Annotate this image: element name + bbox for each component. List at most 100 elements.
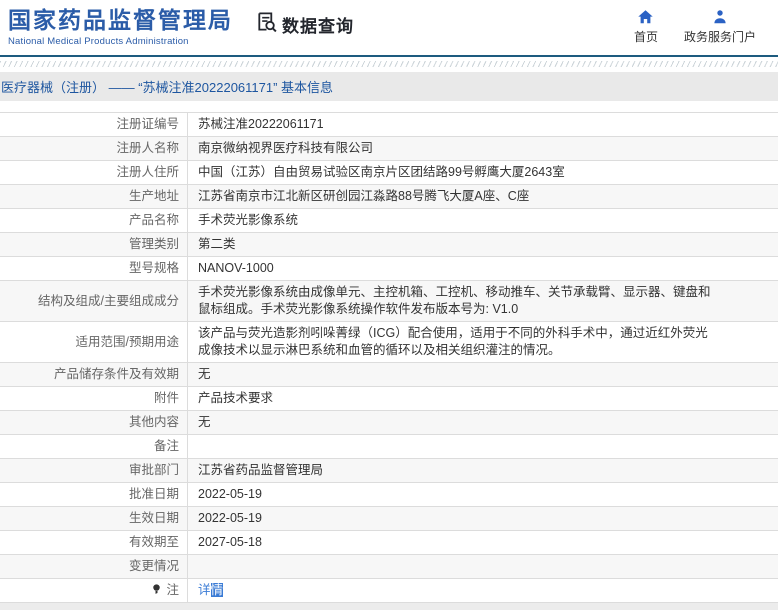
nav-gov-portal-label: 政务服务门户 (683, 30, 756, 44)
row-label-text: 结构及组成/主要组成成分 (38, 293, 179, 308)
row-label: 注册证编号 (0, 113, 188, 136)
doc-search-icon (255, 10, 278, 38)
row-label-text: 生产地址 (128, 189, 179, 203)
row-label-text: 批准日期 (128, 487, 179, 501)
row-label-text: 有效期至 (128, 535, 179, 549)
row-label: 审批部门 (0, 459, 188, 482)
row-value: 江苏省药品监督管理局 (188, 459, 778, 482)
row-label: 其他内容 (0, 411, 188, 434)
row-label-text: 生效日期 (128, 511, 179, 525)
row-label-text: 审批部门 (128, 463, 179, 477)
row-label: 管理类别 (0, 233, 188, 256)
row-value: 中国（江苏）自由贸易试验区南京片区团结路99号孵鹰大厦2643室 (188, 161, 778, 184)
row-label-text: 管理类别 (128, 237, 179, 251)
row-value-text: 第二类 (198, 237, 236, 251)
row-value: NANOV-1000 (188, 257, 778, 280)
nav-home[interactable]: 首页 (633, 9, 658, 44)
row-label: 附件 (0, 387, 188, 410)
table-row: 生产地址 江苏省南京市江北新区研创园江淼路88号腾飞大厦A座、C座 (0, 185, 778, 209)
person-icon (712, 9, 728, 25)
info-table: 注册证编号 苏械注准20222061171 注册人名称 南京微纳视界医疗科技有限公司注… (0, 112, 778, 603)
table-row: 注册证编号 苏械注准20222061171 (0, 113, 778, 137)
row-label: 生产地址 (0, 185, 188, 208)
row-value-text: 无 (198, 415, 211, 429)
row-value: 该产品与荧光造影剂吲哚菁绿（ICG）配合使用，适用于不同的外科手术中，通过近红外… (188, 322, 778, 362)
row-value: 详情 (188, 579, 778, 602)
row-label-text: 注册人住所 (116, 165, 179, 179)
row-label: 产品储存条件及有效期 (0, 363, 188, 386)
row-value-text: 手术荧光影像系统由成像单元、主控机箱、工控机、移动推车、关节承载臂、显示器、键盘… (198, 285, 711, 316)
table-row: 注册人名称 南京微纳视界医疗科技有限公司 (0, 137, 778, 161)
row-value-text: 手术荧光影像系统 (198, 213, 299, 227)
row-value-text: 南京微纳视界医疗科技有限公司 (198, 141, 374, 155)
table-row: 备注 (0, 435, 778, 459)
row-label-text: 型号规格 (128, 261, 179, 275)
row-label-text: 备注 (153, 439, 179, 453)
row-value: 无 (188, 363, 778, 386)
row-label-text: 注册证编号 (116, 117, 179, 131)
row-label: 产品名称 (0, 209, 188, 232)
row-value: 苏械注准20222061171 (188, 113, 778, 136)
logo-title: 国家药品监督管理局 (8, 7, 233, 33)
row-value: 南京微纳视界医疗科技有限公司 (188, 137, 778, 160)
table-row: 注册人住所 中国（江苏）自由贸易试验区南京片区团结路99号孵鹰大厦2643室 (0, 161, 778, 185)
detail-link[interactable]: 详情 (198, 582, 224, 599)
home-icon (637, 9, 654, 25)
breadcrumb: 医疗器械（注册） —— “苏械注准20222061171” 基本信息 (1, 80, 334, 95)
table-row: 有效期至 2027-05-18 (0, 531, 778, 555)
data-query-label: 数据查询 (282, 16, 354, 36)
row-value: 产品技术要求 (188, 387, 778, 410)
nmpa-logo[interactable]: 国家药品监督管理局 National Medical Products Admi… (8, 7, 233, 55)
row-label: 生效日期 (0, 507, 188, 530)
row-value-text: 2027-05-18 (198, 535, 262, 549)
row-label: 结构及组成/主要组成成分 (0, 281, 188, 321)
row-label: 备注 (0, 435, 188, 458)
table-row: 附件 产品技术要求 (0, 387, 778, 411)
row-value (188, 435, 778, 458)
row-label-text: 附件 (153, 391, 179, 405)
row-value-text: 2022-05-19 (198, 511, 262, 525)
row-value-text: 苏械注准20222061171 (198, 117, 324, 131)
row-value-text: 中国（江苏）自由贸易试验区南京片区团结路99号孵鹰大厦2643室 (198, 165, 565, 179)
table-row: 审批部门 江苏省药品监督管理局 (0, 459, 778, 483)
nav-home-label: 首页 (633, 30, 658, 44)
row-label-text: 注册人名称 (116, 141, 179, 155)
table-row: 产品名称 手术荧光影像系统 (0, 209, 778, 233)
row-label: 批准日期 (0, 483, 188, 506)
breadcrumb-bar: 医疗器械（注册） —— “苏械注准20222061171” 基本信息 (0, 72, 778, 101)
table-row: 适用范围/预期用途 该产品与荧光造影剂吲哚菁绿（ICG）配合使用，适用于不同的外科… (0, 322, 778, 363)
row-label-text: 适用范围/预期用途 (75, 334, 179, 349)
row-value: 无 (188, 411, 778, 434)
table-row: 结构及组成/主要组成成分 手术荧光影像系统由成像单元、主控机箱、工控机、移动推车、… (0, 281, 778, 322)
page-header: 国家药品监督管理局 National Medical Products Admi… (0, 0, 778, 55)
row-label: 注册人名称 (0, 137, 188, 160)
row-label: 适用范围/预期用途 (0, 322, 188, 362)
row-value: 手术荧光影像系统 (188, 209, 778, 232)
row-value: 第二类 (188, 233, 778, 256)
nav-gov-portal[interactable]: 政务服务门户 (683, 9, 756, 44)
row-value (188, 555, 778, 578)
row-label: 型号规格 (0, 257, 188, 280)
row-value-text: 江苏省药品监督管理局 (198, 463, 324, 477)
row-value-text: 2022-05-19 (198, 487, 262, 501)
row-label: 有效期至 (0, 531, 188, 554)
logo-subtitle: National Medical Products Administration (8, 36, 189, 47)
row-value-text: 该产品与荧光造影剂吲哚菁绿（ICG）配合使用，适用于不同的外科手术中，通过近红外… (198, 326, 708, 357)
row-label: 变更情况 (0, 555, 188, 578)
row-label-text: 注 (166, 583, 179, 597)
table-row: 型号规格 NANOV-1000 (0, 257, 778, 281)
row-label-text: 其他内容 (128, 415, 179, 429)
row-value: 江苏省南京市江北新区研创园江淼路88号腾飞大厦A座、C座 (188, 185, 778, 208)
table-row: 产品储存条件及有效期 无 (0, 363, 778, 387)
row-label-text: 变更情况 (128, 559, 179, 573)
row-value-text: 无 (198, 367, 211, 381)
row-value: 2022-05-19 (188, 483, 778, 506)
row-value: 2022-05-19 (188, 507, 778, 530)
table-row: 注 详情 (0, 579, 778, 603)
table-row: 其他内容 无 (0, 411, 778, 435)
row-value-text: 江苏省南京市江北新区研创园江淼路88号腾飞大厦A座、C座 (198, 189, 530, 203)
row-label: 注 (0, 579, 188, 602)
row-value-text: 产品技术要求 (198, 391, 274, 405)
table-row: 管理类别 第二类 (0, 233, 778, 257)
data-query-title: 数据查询 (255, 11, 354, 37)
